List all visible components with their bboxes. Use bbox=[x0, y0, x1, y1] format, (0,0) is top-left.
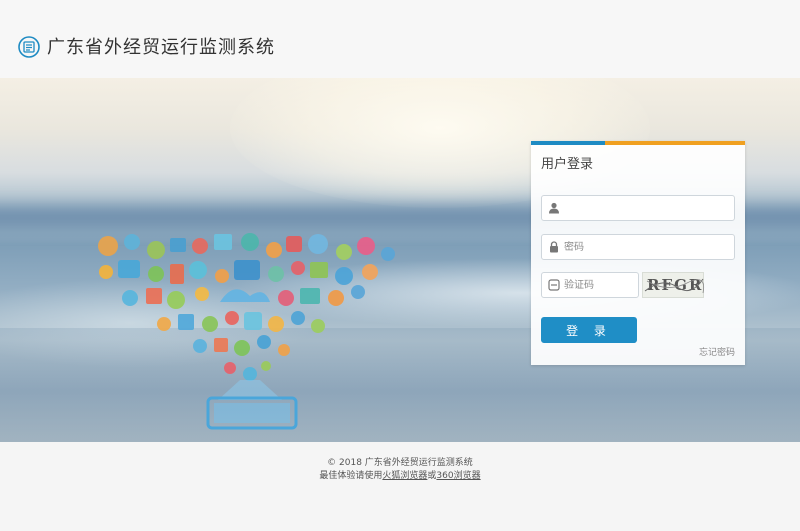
app-header: 广东省外经贸运行监测系统 bbox=[0, 0, 800, 78]
password-field[interactable] bbox=[541, 234, 735, 260]
lock-icon bbox=[550, 241, 558, 253]
username-input[interactable] bbox=[564, 199, 732, 217]
accent-bar-blue bbox=[531, 141, 605, 145]
browser-recommendation: 最佳体验请使用火狐浏览器或360浏览器 bbox=[0, 470, 800, 482]
login-card: 用户登录 RFGR 登 录 忘记密码 bbox=[531, 141, 745, 365]
app-icons-illustration-icon bbox=[98, 233, 395, 430]
login-title: 用户登录 bbox=[541, 157, 594, 172]
captcha-icon bbox=[548, 279, 560, 291]
captcha-noise-icon bbox=[644, 278, 705, 294]
document-list-icon bbox=[18, 36, 40, 58]
captcha-image[interactable]: RFGR bbox=[642, 272, 705, 298]
firefox-link[interactable]: 火狐浏览器 bbox=[382, 471, 427, 481]
browser-360-link[interactable]: 360浏览器 bbox=[436, 471, 480, 481]
page-footer: © 2018 广东省外经贸运行监测系统 最佳体验请使用火狐浏览器或360浏览器 bbox=[0, 442, 800, 531]
login-button[interactable]: 登 录 bbox=[541, 317, 637, 343]
captcha-input[interactable] bbox=[564, 276, 636, 294]
username-field[interactable] bbox=[541, 195, 735, 221]
card-accent-bar bbox=[531, 141, 745, 145]
forgot-password-link[interactable]: 忘记密码 bbox=[699, 345, 735, 358]
password-input[interactable] bbox=[564, 238, 732, 256]
accent-bar-orange bbox=[605, 141, 745, 145]
browser-prefix: 最佳体验请使用 bbox=[319, 471, 383, 481]
user-icon bbox=[549, 202, 559, 214]
copyright-text: © 2018 广东省外经贸运行监测系统 bbox=[327, 458, 473, 468]
app-title: 广东省外经贸运行监测系统 bbox=[47, 37, 275, 58]
captcha-field[interactable] bbox=[541, 272, 639, 298]
